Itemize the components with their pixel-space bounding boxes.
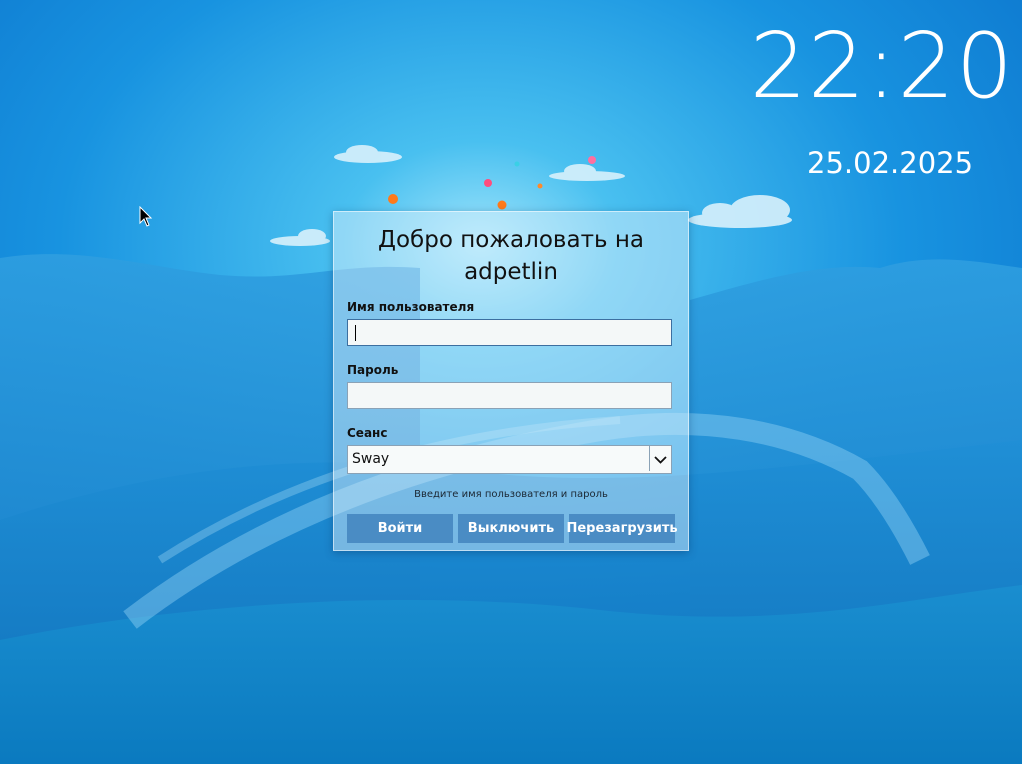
chevron-down-icon bbox=[654, 456, 667, 464]
login-button[interactable]: Войти bbox=[347, 514, 453, 543]
password-input[interactable] bbox=[347, 382, 672, 409]
shutdown-button[interactable]: Выключить bbox=[458, 514, 564, 543]
session-value: Sway bbox=[352, 451, 390, 467]
welcome-title: Добро пожаловать на adpetlin bbox=[378, 227, 644, 285]
clock-date: 25.02.2025 bbox=[807, 146, 974, 180]
mouse-pointer-icon bbox=[139, 206, 153, 227]
text-caret bbox=[355, 325, 356, 341]
password-label: Пароль bbox=[347, 363, 399, 377]
username-label: Имя пользователя bbox=[347, 300, 475, 314]
session-dropdown-button[interactable] bbox=[649, 446, 671, 471]
clock-time: 22:20 bbox=[749, 14, 1014, 119]
session-label: Сеанс bbox=[347, 426, 388, 440]
reboot-button[interactable]: Перезагрузить bbox=[566, 514, 678, 543]
session-select[interactable]: Sway bbox=[347, 445, 672, 474]
username-input[interactable] bbox=[347, 319, 672, 346]
login-hint: Введите имя пользователя и пароль bbox=[414, 489, 608, 500]
login-panel: Добро пожаловать на adpetlin Имя пользов… bbox=[333, 211, 689, 551]
